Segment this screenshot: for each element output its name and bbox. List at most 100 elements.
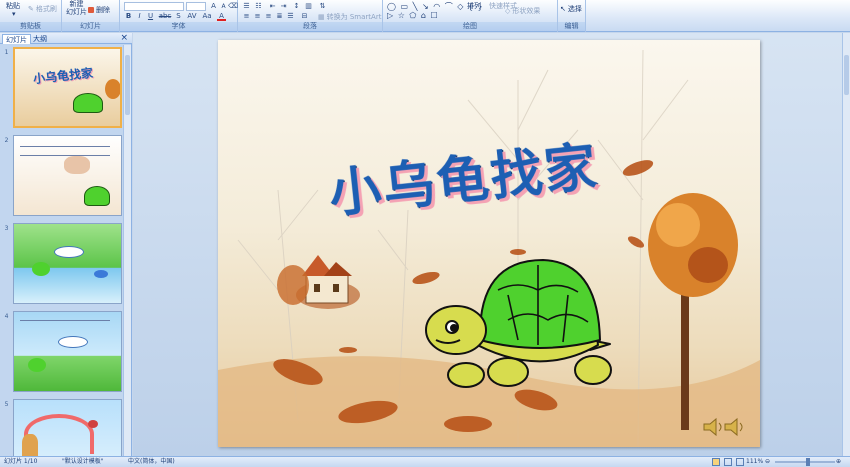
format-painter-button[interactable]: ✎ 格式刷 [28, 4, 57, 14]
new-slide-label-1: 新建 [69, 0, 84, 8]
shapes-gallery-row2[interactable]: ▷ ☆ ⬠ ⌂ ☐ [387, 11, 439, 20]
clipboard-group-label: 剪贴板 [0, 22, 61, 31]
clear-format-button[interactable]: ⌫ [228, 2, 238, 11]
thumbnail-preview [13, 135, 122, 216]
thumbnail-flower-icon [64, 156, 90, 174]
normal-view-icon[interactable] [712, 458, 720, 466]
bullets-button[interactable]: ☰ [242, 2, 251, 11]
spacing-button[interactable]: AV [186, 12, 198, 21]
paragraph-group-label: 段落 [238, 22, 382, 31]
new-slide-label-2: 幻灯片 [66, 8, 87, 16]
thumbnail-number: 3 [4, 225, 9, 232]
bold-button[interactable]: B [124, 12, 133, 21]
paste-dropdown[interactable]: ▾ [12, 10, 16, 18]
thumbnail-slide-2[interactable]: 2 [2, 133, 122, 217]
shadow-button[interactable]: S [174, 12, 183, 21]
strike-button[interactable]: abc [158, 12, 172, 21]
smartart-button[interactable]: ▦ 转换为 SmartArt [318, 12, 381, 22]
thumbnail-text-lines [20, 146, 110, 156]
panel-scrollbar-thumb[interactable] [125, 55, 130, 115]
zoom-level[interactable]: 111% [746, 457, 763, 467]
font-color-button[interactable]: A [217, 12, 226, 21]
tab-slides[interactable]: 幻灯片 [2, 34, 31, 44]
thumbnail-slide-4[interactable]: 4 [2, 309, 122, 393]
shape-effects-label: 形状效果 [512, 7, 541, 15]
thumbnail-bubble-icon [58, 336, 88, 348]
thumbnail-number: 5 [4, 401, 9, 408]
slideshow-icon[interactable] [736, 458, 744, 466]
turtle-icon [425, 259, 612, 388]
thumbnail-turtle-icon [84, 186, 110, 206]
font-name-box[interactable] [124, 2, 184, 11]
text-direction-button[interactable]: ⇅ [318, 2, 327, 11]
thumbnail-bubble-icon [54, 246, 84, 258]
drawing-group: ◯ ▭ ╲ ↘ ◠ ⌒ ◇ { } ▷ ☆ ⬠ ⌂ ☐ 排列 快速样式 ◇ 形状… [383, 0, 558, 32]
slides-group: 新建 幻灯片 删除 幻灯片 [62, 0, 120, 32]
arrange-button[interactable]: 排列 [467, 1, 481, 11]
zoom-in-icon[interactable]: ⊕ [836, 457, 841, 467]
columns-button[interactable]: ▥ [304, 2, 313, 11]
new-slide-button[interactable]: 新建 幻灯片 [66, 0, 87, 16]
case-button[interactable]: Aa [201, 12, 213, 21]
thumbnail-list[interactable]: 1 小乌龟找家 2 3 4 5 [0, 45, 124, 456]
smartart-icon: ▦ [318, 13, 325, 21]
thumbnail-turtle-icon [32, 262, 50, 276]
grow-font-button[interactable]: A [209, 2, 218, 11]
slide-canvas[interactable]: 小乌龟找家 [218, 40, 760, 447]
align-center-button[interactable]: ≡ [253, 12, 262, 21]
numbering-button[interactable]: ☷ [254, 2, 263, 11]
shape-effects-button[interactable]: ◇ 形状效果 [505, 6, 540, 16]
font-size-box[interactable] [186, 2, 206, 11]
italic-button[interactable]: I [135, 12, 144, 21]
align-text-button[interactable]: ⊟ [300, 12, 309, 21]
distribute-button[interactable]: ☰ [286, 12, 295, 21]
thumbnail-bird-icon [88, 420, 98, 428]
house-icon [277, 255, 360, 309]
slide-indicator: 幻灯片 1/10 [4, 458, 38, 465]
editor-scrollbar-thumb[interactable] [844, 55, 849, 95]
slide-background-art [218, 49, 760, 447]
select-button[interactable]: ↖ 选择 [560, 4, 582, 14]
thumbnail-slide-5[interactable]: 5 [2, 397, 122, 456]
zoom-out-icon[interactable]: ⊖ [765, 457, 770, 467]
justify-button[interactable]: ≣ [275, 12, 284, 21]
delete-slide-button[interactable]: 删除 [88, 5, 110, 15]
select-label: 选择 [567, 5, 582, 13]
arrange-label: 排列 [467, 2, 481, 10]
panel-scrollbar[interactable] [123, 45, 131, 456]
thumbnail-number: 1 [4, 49, 9, 56]
tab-outline[interactable]: 大纲 [30, 34, 50, 44]
smartart-label: 转换为 SmartArt [326, 13, 382, 21]
thumbnail-turtle-icon [28, 358, 46, 372]
line-spacing-button[interactable]: ↕ [292, 2, 301, 11]
thumbnail-house-icon [22, 434, 38, 456]
underline-button[interactable]: U [146, 12, 155, 21]
thumbnail-preview [13, 223, 122, 304]
indent-decrease-button[interactable]: ⇤ [268, 2, 277, 11]
language-status: 中文(简体，中国) [128, 458, 175, 465]
font-group: A A ⌫ B I U abc S AV Aa A 字体 [120, 0, 238, 32]
thumbnail-turtle-icon [73, 93, 103, 113]
indent-increase-button[interactable]: ⇥ [279, 2, 288, 11]
delete-label: 删除 [96, 6, 110, 14]
align-left-button[interactable]: ≡ [242, 12, 251, 21]
paragraph-group: ☰ ☷ ⇤ ⇥ ↕ ▥ ⇅ ▦ 转换为 SmartArt ≡ ≡ ≡ ≣ ☰ ⊟… [238, 0, 383, 32]
slide-sorter-icon[interactable] [724, 458, 732, 466]
close-icon[interactable]: × [120, 33, 128, 44]
slide-editor: 小乌龟找家 [133, 33, 842, 456]
align-right-button[interactable]: ≡ [264, 12, 273, 21]
clipboard-group: 粘贴 ▾ ✎ 格式刷 剪贴板 [0, 0, 62, 32]
editor-scrollbar[interactable] [842, 33, 850, 456]
thumbnail-number: 2 [4, 137, 9, 144]
drawing-group-label: 绘图 [383, 22, 557, 31]
zoom-slider-knob[interactable] [805, 458, 810, 466]
thumbnail-fish-icon [94, 270, 108, 278]
shrink-font-button[interactable]: A [219, 2, 228, 11]
thumbnail-slide-3[interactable]: 3 [2, 221, 122, 305]
thumbnail-preview: 小乌龟找家 [13, 47, 122, 128]
status-bar: 幻灯片 1/10 "默认设计模板" 中文(简体，中国) 111% ⊖ ⊕ [0, 456, 850, 467]
thumbnail-preview [13, 399, 122, 456]
ribbon: 粘贴 ▾ ✎ 格式刷 剪贴板 新建 幻灯片 删除 幻灯片 A A ⌫ B I U… [0, 0, 850, 32]
thumbnail-tree-icon [105, 79, 120, 99]
thumbnail-slide-1[interactable]: 1 小乌龟找家 [2, 45, 122, 129]
